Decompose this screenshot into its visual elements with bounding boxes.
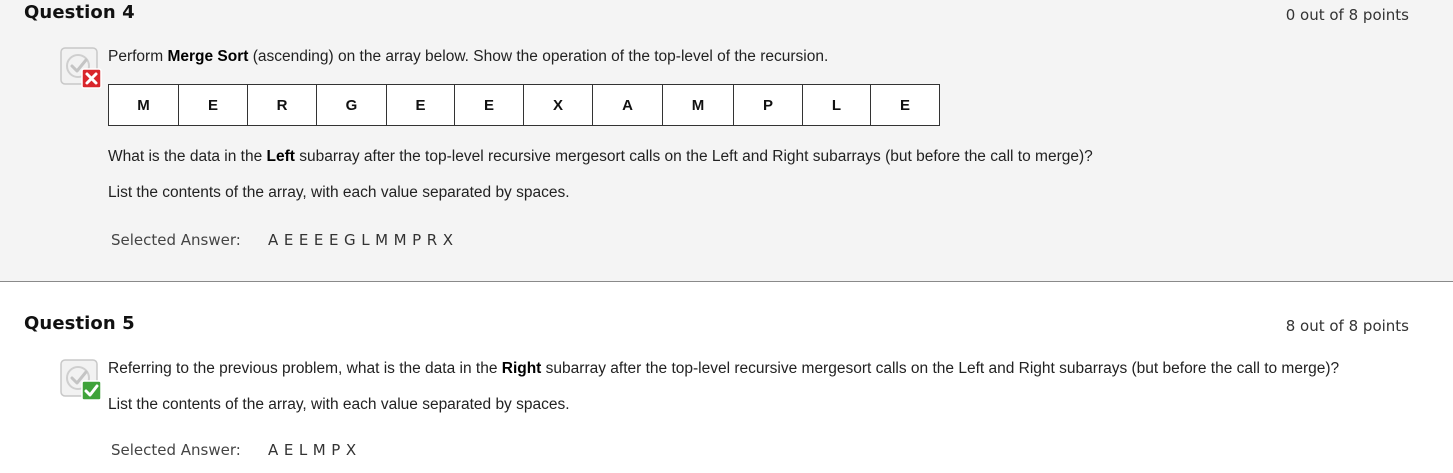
prompt-text-end: (ascending) on the array below. Show the… <box>248 48 829 65</box>
clipboard-correct-icon <box>60 359 102 401</box>
array-cell: E <box>870 84 940 126</box>
selected-answer-value: A E L M P X <box>268 441 357 459</box>
question-points: 0 out of 8 points <box>1285 6 1409 24</box>
array-cell: M <box>108 84 179 126</box>
prompt-bold-text: Merge Sort <box>167 48 249 65</box>
array-cell: A <box>592 84 663 126</box>
question-prompt: Perform Merge Sort (ascending) on the ar… <box>108 48 828 66</box>
array-cell: E <box>386 84 455 126</box>
question-text-end: subarray after the top-level recursive m… <box>294 148 1093 165</box>
question-bold-text: Right <box>501 360 542 377</box>
question-4-panel: Question 4 0 out of 8 points Perform Mer… <box>0 0 1453 282</box>
array-cell: X <box>523 84 593 126</box>
array-cell: M <box>662 84 734 126</box>
array-cell: G <box>316 84 387 126</box>
question-text: What is the data in the Left subarray af… <box>108 148 1093 166</box>
question-text-end: subarray after the top-level recursive m… <box>541 360 1340 377</box>
selected-answer-value: A E E E E G L M M P R X <box>268 231 454 249</box>
question-bold-text: Left <box>266 148 295 165</box>
array-cell: E <box>178 84 248 126</box>
selected-answer-label: Selected Answer: <box>111 441 241 459</box>
question-text-start: Referring to the previous problem, what … <box>108 360 502 377</box>
question-text: Referring to the previous problem, what … <box>108 360 1339 378</box>
array-cell: R <box>247 84 317 126</box>
array-cell: E <box>454 84 524 126</box>
question-5-panel: Question 5 8 out of 8 points Referring t… <box>0 282 1453 473</box>
array-cell: P <box>733 84 803 126</box>
prompt-text: Perform <box>108 48 168 65</box>
question-title: Question 5 <box>24 313 135 334</box>
question-points: 8 out of 8 points <box>1285 317 1409 335</box>
array-row: M E R G E E X A M P L E <box>108 84 940 126</box>
question-text-start: What is the data in the <box>108 148 267 165</box>
array-cell: L <box>802 84 871 126</box>
correct-status-icon <box>60 359 104 403</box>
question-instruction: List the contents of the array, with eac… <box>108 396 570 413</box>
array-table: M E R G E E X A M P L E <box>108 84 940 126</box>
clipboard-incorrect-icon <box>60 47 102 89</box>
incorrect-status-icon <box>60 47 104 91</box>
question-instruction: List the contents of the array, with eac… <box>108 184 570 201</box>
question-title: Question 4 <box>24 2 135 23</box>
selected-answer-label: Selected Answer: <box>111 231 241 249</box>
